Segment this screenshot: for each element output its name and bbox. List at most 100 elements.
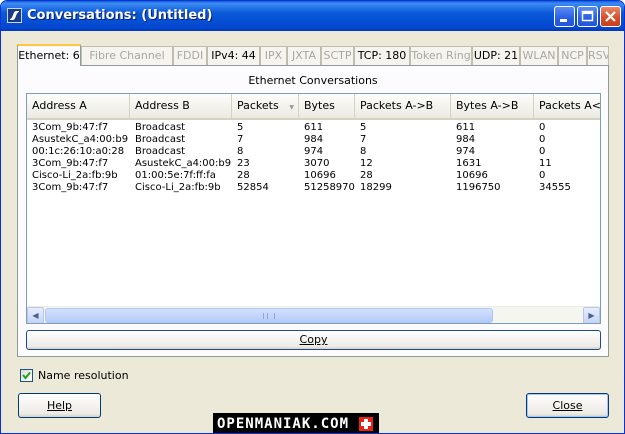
window-title: Conversations: (Untitled) [27,8,213,23]
cell-bytes-a-b: 1196750 [456,182,501,193]
cell-address-b: 01:00:5e:7f:ff:fa [135,170,216,181]
table-row[interactable]: 3Com_9b:47:f7 Cisco-Li_2a:fb:9b 52854 51… [27,182,600,194]
tab-token-ring[interactable]: Token Ring [410,46,472,65]
tab-fddi[interactable]: FDDI [173,46,207,65]
cell-packets-a-b: 12 [360,158,373,169]
maximize-button[interactable] [577,6,598,27]
cell-address-a: AsustekC_a4:00:b9 [32,134,129,145]
cell-packets-b-a: 0 [539,122,546,133]
tab-ncp[interactable]: NCP [558,46,587,65]
cell-bytes-a-b: 974 [456,146,476,157]
conversations-window: Conversations: (Untitled) Ethernet: 6 Fi… [0,0,625,434]
cell-packets-b-a: 34555 [539,182,571,193]
cell-packets-b-a: 11 [539,158,552,169]
cell-bytes: 51258970 [304,182,355,193]
cell-packets-a-b: 18299 [360,182,392,193]
cell-packets-b-a: 0 [539,170,546,181]
cell-address-b: Broadcast [135,122,186,133]
horizontal-scrollbar[interactable]: ◀ ▶ [27,306,600,323]
cell-bytes: 974 [304,146,324,157]
cell-address-a: 00:1c:26:10:a0:28 [32,146,125,157]
column-header-packets[interactable]: Packets ▼ [232,94,299,118]
cell-bytes-a-b: 984 [456,134,476,145]
close-icon [605,11,616,22]
column-header[interactable]: Packets A<-B [534,94,600,118]
maximize-icon [581,10,594,22]
cell-packets: 5 [237,122,244,133]
minimize-icon [560,19,567,22]
cell-address-a: 3Com_9b:47:f7 [32,122,109,133]
tab-fibre-channel[interactable]: Fibre Channel [81,46,173,65]
column-header[interactable]: Packets A->B [355,94,451,118]
cell-address-b: Broadcast [135,134,186,145]
cell-bytes: 611 [304,122,324,133]
tab-ethernet[interactable]: Ethernet: 6 [17,44,81,66]
cell-address-a: Cisco-Li_2a:fb:9b [32,170,118,181]
cell-bytes: 984 [304,134,324,145]
close-button-label: Close [552,399,583,412]
close-window-button[interactable] [600,6,621,27]
column-header[interactable]: Address B [130,94,232,118]
table-row[interactable]: 3Com_9b:47:f7 Broadcast 5 611 5 611 0 [27,122,600,134]
cell-address-b: Broadcast [135,146,186,157]
close-button[interactable]: Close [526,393,609,418]
table-row[interactable]: Cisco-Li_2a:fb:9b 01:00:5e:7f:ff:fa 28 1… [27,170,600,182]
tab-panel: Ethernet Conversations Address A Address… [17,65,609,357]
table-row[interactable]: 00:1c:26:10:a0:28 Broadcast 8 974 8 974 … [27,146,600,158]
cell-bytes-a-b: 1631 [456,158,482,169]
cell-packets: 52854 [237,182,269,193]
scrollbar-thumb[interactable] [45,308,493,323]
column-header[interactable]: Address A [27,94,130,118]
protocol-tabs: Ethernet: 6 Fibre Channel FDDI IPv4: 44 … [17,44,609,66]
help-button[interactable]: Help [18,393,101,418]
cell-packets-a-b: 28 [360,170,373,181]
cell-bytes-a-b: 10696 [456,170,488,181]
watermark-text: OPENMANIAK.COM [217,416,350,432]
cell-packets-a-b: 5 [360,122,367,133]
cell-address-b: AsustekC_a4:00:b9 [135,158,232,169]
scroll-right-button[interactable]: ▶ [583,307,600,323]
cell-packets-b-a: 0 [539,146,546,157]
cell-packets: 8 [237,146,244,157]
minimize-button[interactable] [554,6,575,27]
grip-icon [263,313,275,319]
tab-wlan[interactable]: WLAN [520,46,558,65]
arrow-left-icon: ◀ [32,311,39,320]
conversations-table: Address A Address B Packets ▼ Bytes Pack… [26,93,601,324]
arrow-right-icon: ▶ [588,311,595,320]
cell-packets-b-a: 0 [539,134,546,145]
table-row[interactable]: AsustekC_a4:00:b9 Broadcast 7 984 7 984 … [27,134,600,146]
name-resolution-checkbox[interactable] [20,369,33,382]
sort-descending-icon: ▼ [289,104,294,111]
tab-tcp[interactable]: TCP: 180 [354,46,410,65]
cell-packets-a-b: 7 [360,134,367,145]
tab-udp[interactable]: UDP: 21 [472,46,520,65]
cell-bytes: 10696 [304,170,336,181]
help-button-label: Help [46,399,73,412]
cell-bytes: 3070 [304,158,330,169]
wireshark-fin-icon [7,8,22,23]
cell-packets: 28 [237,170,250,181]
cell-bytes-a-b: 611 [456,122,476,133]
tab-rsvp[interactable]: RSVP [587,46,609,65]
title-bar[interactable]: Conversations: (Untitled) [1,1,624,31]
cell-address-a: 3Com_9b:47:f7 [32,182,109,193]
cell-packets-a-b: 8 [360,146,367,157]
column-header[interactable]: Bytes A->B [451,94,534,118]
copy-button[interactable]: Copy [26,330,601,350]
column-header[interactable]: Bytes [299,94,355,118]
table-row[interactable]: 3Com_9b:47:f7 AsustekC_a4:00:b9 23 3070 … [27,158,600,170]
tab-jxta[interactable]: JXTA [287,46,321,65]
cell-packets: 23 [237,158,250,169]
tab-sctp[interactable]: SCTP [321,46,354,65]
scroll-left-button[interactable]: ◀ [27,307,44,323]
cell-address-a: 3Com_9b:47:f7 [32,158,109,169]
tab-ipv4[interactable]: IPv4: 44 [207,46,260,65]
name-resolution-label[interactable]: Name resolution [38,369,129,383]
cell-packets: 7 [237,134,244,145]
column-header-label: Packets [237,99,279,112]
tab-ipx[interactable]: IPX [260,46,287,65]
copy-button-label: Copy [299,333,328,346]
watermark: OPENMANIAK.COM [213,413,380,433]
panel-title: Ethernet Conversations [248,74,378,87]
